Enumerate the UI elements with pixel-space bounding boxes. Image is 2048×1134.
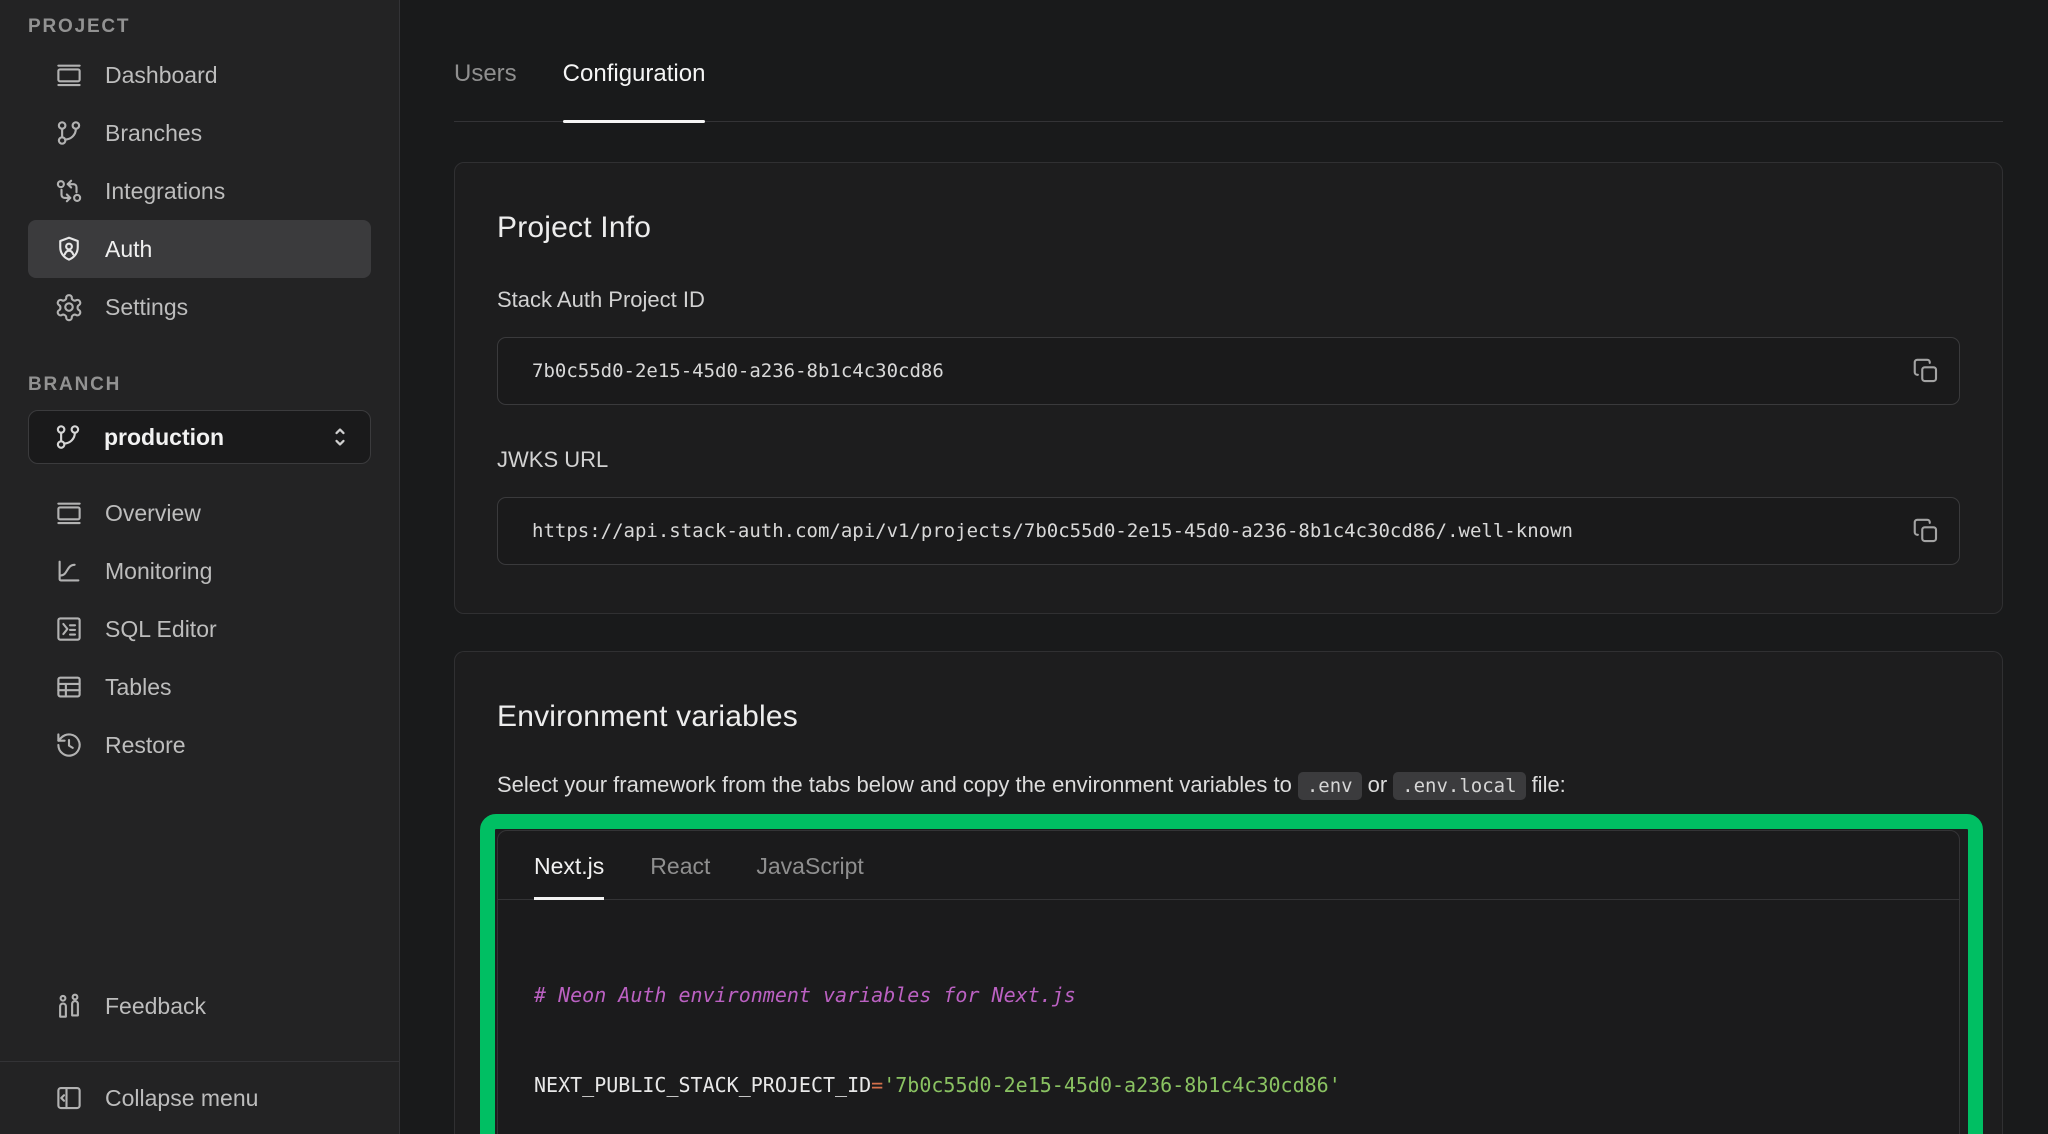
copy-icon [1911, 516, 1945, 546]
sidebar-item-branches[interactable]: Branches [28, 104, 371, 162]
sidebar-item-label: Feedback [105, 993, 206, 1020]
sidebar-item-monitoring[interactable]: Monitoring [28, 542, 371, 600]
page-tabs: Users Configuration [454, 0, 2003, 122]
sql-terminal-icon [54, 614, 84, 644]
framework-tab-javascript[interactable]: JavaScript [756, 831, 863, 899]
sidebar-item-label: Restore [105, 732, 186, 759]
sidebar-item-label: Settings [105, 294, 188, 321]
tab-users[interactable]: Users [454, 60, 517, 121]
sidebar-item-label: Branches [105, 120, 202, 147]
framework-description: Select your framework from the tabs belo… [497, 772, 1960, 800]
sidebar: PROJECT Dashboard Branches Integrations … [0, 0, 400, 1134]
code-line-kv: NEXT_PUBLIC_STACK_PROJECT_ID='7b0c55d0-2… [534, 1070, 1923, 1100]
project-info-card: Project Info Stack Auth Project ID 7b0c5… [454, 162, 2003, 614]
sidebar-item-feedback[interactable]: Feedback [28, 977, 371, 1035]
table-grid-icon [54, 672, 84, 702]
auth-shield-user-icon [54, 234, 84, 264]
description-or: or [1368, 772, 1388, 797]
main-content: Users Configuration Project Info Stack A… [401, 0, 2048, 1134]
description-text: Select your framework from the tabs belo… [497, 772, 1292, 797]
project-section-label: PROJECT [28, 16, 399, 38]
sidebar-item-overview[interactable]: Overview [28, 484, 371, 542]
monitoring-chart-icon [54, 556, 84, 586]
sidebar-item-settings[interactable]: Settings [28, 278, 371, 336]
git-branch-icon [53, 422, 83, 452]
branch-section-label: BRANCH [28, 374, 399, 396]
integrations-icon [54, 176, 84, 206]
sidebar-item-label: Tables [105, 674, 171, 701]
snippet-panel-wrap: Next.js React JavaScript # Neon Auth env… [497, 830, 1960, 1134]
copy-icon [1911, 356, 1945, 386]
chevrons-up-down-icon [326, 423, 354, 451]
env-file-pill: .env [1298, 772, 1362, 800]
sidebar-item-label: Monitoring [105, 558, 212, 585]
sidebar-item-label: SQL Editor [105, 616, 217, 643]
framework-tab-nextjs[interactable]: Next.js [534, 831, 604, 899]
sidebar-item-label: Collapse menu [105, 1085, 258, 1112]
sidebar-item-label: Auth [105, 236, 152, 263]
sidebar-item-label: Dashboard [105, 62, 218, 89]
branch-selector[interactable]: production [28, 410, 371, 464]
collapse-menu-button[interactable]: Collapse menu [28, 1069, 371, 1127]
copy-jwks-url-button[interactable] [1911, 514, 1945, 548]
code-line-comment: # Neon Auth environment variables for Ne… [534, 980, 1923, 1010]
env-snippet-panel: Next.js React JavaScript # Neon Auth env… [497, 830, 1960, 1134]
env-local-file-pill: .env.local [1393, 772, 1525, 800]
jwks-url-label: JWKS URL [497, 447, 1960, 473]
description-file-text: file: [1532, 772, 1566, 797]
sidebar-item-dashboard[interactable]: Dashboard [28, 46, 371, 104]
collapse-panel-icon [54, 1083, 84, 1113]
framework-tab-react[interactable]: React [650, 831, 710, 899]
overview-window-icon [54, 498, 84, 528]
history-clock-icon [54, 730, 84, 760]
copy-project-id-button[interactable] [1911, 354, 1945, 388]
sidebar-item-auth[interactable]: Auth [28, 220, 371, 278]
environment-variables-title: Environment variables [497, 700, 1960, 734]
gear-icon [54, 292, 84, 322]
dashboard-window-icon [54, 60, 84, 90]
env-code-block: # Neon Auth environment variables for Ne… [498, 900, 1959, 1134]
stack-auth-project-id-label: Stack Auth Project ID [497, 287, 1960, 313]
sidebar-item-tables[interactable]: Tables [28, 658, 371, 716]
jwks-url-value: https://api.stack-auth.com/api/v1/projec… [532, 520, 1901, 542]
sidebar-item-integrations[interactable]: Integrations [28, 162, 371, 220]
project-info-title: Project Info [497, 211, 1960, 245]
stack-auth-project-id-field[interactable]: 7b0c55d0-2e15-45d0-a236-8b1c4c30cd86 [497, 337, 1960, 405]
sidebar-item-restore[interactable]: Restore [28, 716, 371, 774]
framework-tabs: Next.js React JavaScript [498, 831, 1959, 900]
sidebar-footer-divider [0, 1061, 399, 1062]
sidebar-item-sql-editor[interactable]: SQL Editor [28, 600, 371, 658]
feedback-people-icon [54, 991, 84, 1021]
environment-variables-card: Environment variables Select your framew… [454, 651, 2003, 1134]
sidebar-item-label: Overview [105, 500, 201, 527]
sidebar-item-label: Integrations [105, 178, 225, 205]
tab-configuration[interactable]: Configuration [563, 60, 706, 121]
git-branch-icon [54, 118, 84, 148]
jwks-url-field[interactable]: https://api.stack-auth.com/api/v1/projec… [497, 497, 1960, 565]
branch-selector-value: production [104, 424, 224, 451]
stack-auth-project-id-value: 7b0c55d0-2e15-45d0-a236-8b1c4c30cd86 [532, 360, 1901, 382]
